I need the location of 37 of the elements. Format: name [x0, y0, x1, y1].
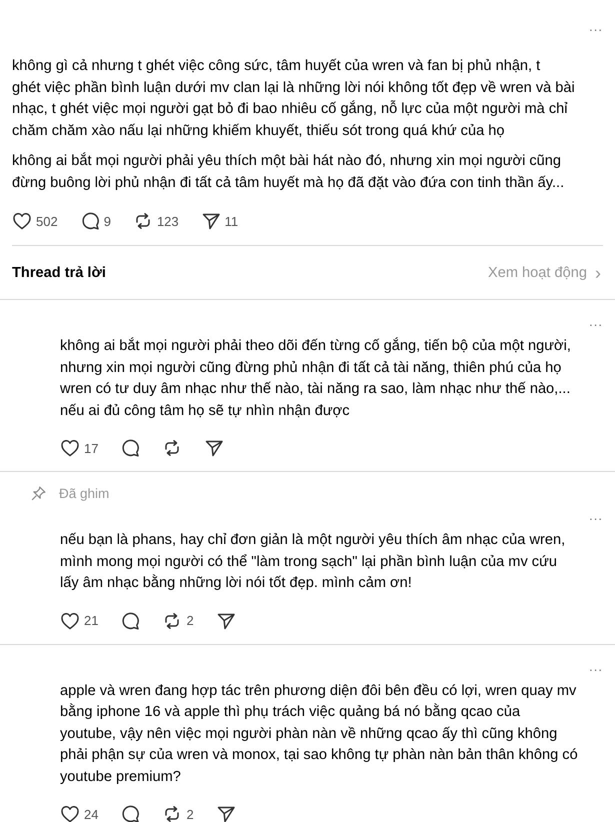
repost-button[interactable]: 123 — [132, 211, 179, 231]
repost-button[interactable]: 2 — [162, 610, 194, 630]
comment-button[interactable] — [120, 610, 140, 630]
reply-text: nếu bạn là phans, hay chỉ đơn giản là một người yêu thích âm nhạc của wren, mình mong mọi người có thể "làm trong sạch" lại phần bình luận của mv cứu lấy âm nhạc bằng những lời nói tốt đẹp. mình cảm ơn! — [60, 531, 566, 593]
reply-text: apple và wren đang hợp tác trên phương diện đôi bên đều có lợi, wren quay mv bằng iphone 16 và apple thì phụ trách việc quảng bá nó bằng qcao của youtube, vậy nên việc mọi người phàn nàn về những qcao ấy thì cũng không phải phận sự của wren và monox, tại sao không tự phàn nàn bản thân không có youtube premium? — [60, 682, 579, 786]
more-options-button[interactable]: ... — [589, 312, 603, 332]
like-button[interactable]: 502 — [12, 211, 58, 231]
heart-icon — [60, 438, 80, 458]
more-options-button[interactable]: ... — [589, 656, 603, 676]
send-icon — [216, 804, 236, 822]
speech-bubble-icon — [80, 211, 100, 231]
like-button[interactable]: 21 — [60, 610, 98, 630]
comment-button[interactable] — [120, 438, 140, 458]
like-button[interactable]: 17 — [60, 438, 98, 458]
share-button[interactable]: 11 — [200, 211, 238, 231]
heart-icon — [12, 211, 32, 231]
like-button[interactable]: 24 — [60, 804, 98, 822]
share-button[interactable] — [216, 804, 236, 822]
heart-icon — [60, 610, 80, 630]
section-title: Thread trả lời — [12, 264, 106, 280]
share-button[interactable] — [204, 438, 224, 458]
heart-icon — [60, 804, 80, 822]
post-text: không ai bắt mọi người phải yêu thích một bài hát nào đó, nhưng xin mọi người cũng đừng buông lời phủ nhận đi tất cả tâm huyết mà họ đã đặt vào đứa con tinh thần ấy... — [12, 151, 566, 192]
send-icon — [204, 438, 224, 458]
comment-button[interactable] — [120, 804, 140, 822]
speech-bubble-icon — [120, 804, 140, 822]
speech-bubble-icon — [120, 438, 140, 458]
more-options-button[interactable]: ... — [589, 506, 603, 526]
speech-bubble-icon — [120, 610, 140, 630]
post-text: không gì cả nhưng t ghét việc công sức, tâm huyết của wren và fan bị phủ nhận, t ghét việc phần bình luận dưới mv clan lại là những lời nói không tốt đẹp về wren và bài nhạc, t ghét việc mọi người gạt bỏ đi bao nhiêu cố gắng, nỗ lực của một người mà chỉ chăm chăm xào nấu lại những khiếm khuyết, thiếu sót trong quá khứ của họ — [12, 57, 576, 140]
pinned-label: Đã ghim — [59, 486, 110, 501]
reply-text: không ai bắt mọi người phải theo dõi đến từng cố gắng, tiến bộ của một người, nhưng xin mọi người cũng đừng phủ nhận đi tất cả tài năng, thiên phú của họ wren có tư duy âm nhạc như thế nào, tài năng ra sao, làm nhạc như thế nào,... nếu ai đủ công tâm họ sẽ tự nhìn nhận được — [60, 336, 572, 420]
repost-button[interactable]: 2 — [162, 804, 194, 822]
pin-icon — [30, 485, 47, 502]
send-icon — [200, 211, 221, 231]
comment-button[interactable]: 9 — [80, 211, 111, 231]
more-options-button[interactable]: ... — [589, 14, 603, 40]
